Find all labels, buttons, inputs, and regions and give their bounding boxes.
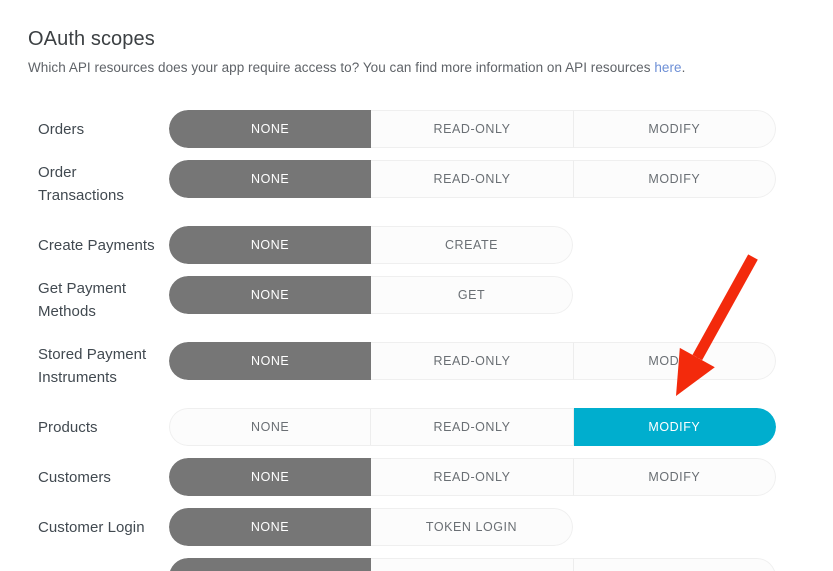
scope-option-button[interactable]: MODIFY (573, 458, 776, 496)
scope-label: Customers (38, 469, 111, 486)
scope-segmented-control: NONE READ-ONLY MODIFY (169, 110, 776, 148)
scope-label: Customer Login (38, 519, 145, 536)
scope-option-button[interactable]: READ-ONLY (371, 110, 574, 148)
scope-option-button[interactable]: READ-ONLY (371, 342, 574, 380)
scope-option-button[interactable] (371, 558, 574, 571)
scope-label: Stored Payment Instruments (38, 346, 147, 386)
scope-segmented-control: NONE READ-ONLY MODIFY (169, 458, 776, 496)
scope-option-button[interactable]: NONE (169, 508, 371, 546)
scope-segmented-control: NONE READ-ONLY MODIFY (169, 408, 776, 446)
scope-option-button[interactable]: NONE (169, 408, 372, 446)
scope-option-button[interactable]: NONE (169, 342, 372, 380)
scope-option-button[interactable]: MODIFY (573, 160, 776, 198)
scope-option-button[interactable] (573, 558, 776, 571)
scope-label: Order Transactions (38, 164, 124, 204)
scope-label: Create Payments (38, 237, 155, 254)
scope-segmented-control: NONE GET (169, 276, 573, 314)
page-subtitle-text: Which API resources does your app requir… (28, 60, 655, 75)
scope-option-button[interactable]: READ-ONLY (371, 408, 574, 446)
scope-segmented-control: NONE READ-ONLY MODIFY (169, 342, 776, 380)
scope-option-button[interactable]: GET (371, 276, 573, 314)
scope-segmented-control: NONE TOKEN LOGIN (169, 508, 573, 546)
scope-segmented-control: NONE READ-ONLY MODIFY (169, 160, 776, 198)
page-title: OAuth scopes (28, 28, 155, 50)
oauth-scopes-page: OAuth scopes Which API resources does yo… (0, 0, 833, 571)
scope-option-button[interactable]: MODIFY (573, 342, 776, 380)
scope-option-button[interactable]: READ-ONLY (371, 458, 574, 496)
scope-option-button[interactable] (169, 558, 372, 571)
scope-option-button[interactable]: READ-ONLY (371, 160, 574, 198)
scope-option-button[interactable]: NONE (169, 160, 372, 198)
scope-option-button[interactable]: NONE (169, 110, 372, 148)
scope-label: Orders (38, 121, 85, 138)
scope-option-button[interactable]: TOKEN LOGIN (371, 508, 573, 546)
scope-option-button[interactable]: NONE (169, 226, 371, 264)
scope-segmented-control (169, 558, 776, 571)
scope-option-button[interactable]: MODIFY (573, 110, 776, 148)
page-subtitle-period: . (681, 60, 686, 75)
api-resources-link[interactable]: here (654, 60, 681, 75)
scope-option-button[interactable]: CREATE (371, 226, 573, 264)
scope-option-button[interactable]: MODIFY (573, 408, 776, 446)
scope-option-button[interactable]: NONE (169, 276, 371, 314)
scope-label: Get Payment Methods (38, 280, 127, 320)
page-subtitle: Which API resources does your app requir… (28, 60, 685, 75)
scope-label: Products (38, 419, 98, 436)
scope-segmented-control: NONE CREATE (169, 226, 573, 264)
scope-option-button[interactable]: NONE (169, 458, 372, 496)
